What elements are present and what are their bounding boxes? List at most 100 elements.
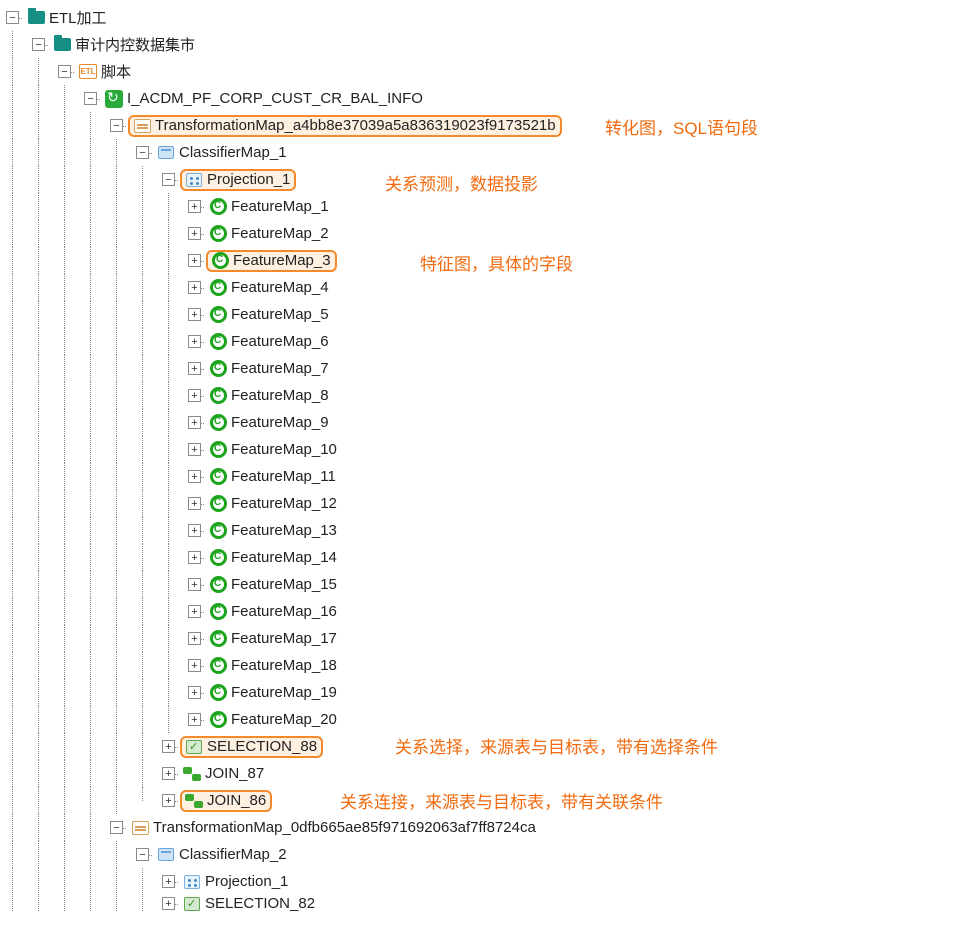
refresh-icon [104,90,124,108]
toggle-icon[interactable]: − [162,173,175,186]
toggle-icon[interactable]: + [188,227,201,240]
feature-icon [208,333,228,351]
node-label: ClassifierMap_2 [179,846,287,863]
toggle-icon[interactable]: + [188,200,201,213]
tree-node-script[interactable]: − ETL 脚本 [0,58,980,85]
toggle-icon[interactable]: + [188,416,201,429]
toggle-icon[interactable]: + [162,875,175,888]
node-label: FeatureMap_3 [233,252,331,269]
toggle-icon[interactable]: − [6,11,19,24]
tree-node-join-87[interactable]: + JOIN_87 [0,760,980,787]
tree-node-job[interactable]: − I_ACDM_PF_CORP_CUST_CR_BAL_INFO [0,85,980,112]
toggle-icon[interactable]: + [188,470,201,483]
toggle-icon[interactable]: + [188,254,201,267]
tree-node-feature[interactable]: +FeatureMap_18 [0,652,980,679]
tree-node-feature[interactable]: +FeatureMap_7 [0,355,980,382]
tree-node-feature[interactable]: + FeatureMap_17 [0,625,980,652]
feature-icon [208,630,228,648]
toggle-icon[interactable]: + [188,389,201,402]
toggle-icon[interactable]: + [188,659,201,672]
node-label: SELECTION_82 [205,895,315,912]
toggle-icon[interactable]: + [162,767,175,780]
map-icon [130,819,150,837]
feature-icon [208,360,228,378]
tree-node-transformation-2[interactable]: − TransformationMap_0dfb665ae85f97169206… [0,814,980,841]
feature-icon [208,414,228,432]
toggle-icon[interactable]: + [188,632,201,645]
feature-icon [208,441,228,459]
toggle-icon[interactable]: − [58,65,71,78]
tree-node-feature[interactable]: +FeatureMap_9 [0,409,980,436]
tree-node-feature[interactable]: + FeatureMap_12 [0,490,980,517]
tree-node-feature[interactable]: +FeatureMap_20 [0,706,980,733]
tree-node-projection-2[interactable]: + Projection_1 [0,868,980,895]
node-label: FeatureMap_13 [231,522,337,539]
node-label: FeatureMap_6 [231,333,329,350]
toggle-icon[interactable]: + [188,551,201,564]
selection-icon [182,895,202,912]
tree-node-datamart[interactable]: − 审计内控数据集市 [0,31,980,58]
tree-node-feature[interactable]: + FeatureMap_13 [0,517,980,544]
tree-node-transformation-1[interactable]: − TransformationMap_a4bb8e37039a5a836319… [0,112,980,139]
feature-icon [208,522,228,540]
toggle-icon[interactable]: − [110,821,123,834]
etl-script-icon: ETL [78,63,98,81]
highlight-box: FeatureMap_3 [206,250,337,272]
feature-icon [208,711,228,729]
tree-node-feature[interactable]: + FeatureMap_4 [0,274,980,301]
feature-icon [208,279,228,297]
node-label: FeatureMap_19 [231,684,337,701]
toggle-icon[interactable]: + [188,335,201,348]
toggle-icon[interactable]: + [188,308,201,321]
toggle-icon[interactable]: + [188,605,201,618]
tree-node-classifier-2[interactable]: − ClassifierMap_2 [0,841,980,868]
projection-icon [184,171,204,189]
node-label: ETL加工 [49,7,107,28]
tree-node-feature[interactable]: +FeatureMap_15 [0,571,980,598]
tree-node-selection-82[interactable]: + SELECTION_82 [0,895,980,912]
node-label: FeatureMap_12 [231,495,337,512]
tree-node-feature[interactable]: +FeatureMap_10 [0,436,980,463]
tree-node-feature[interactable]: +FeatureMap_2 [0,220,980,247]
node-label: FeatureMap_8 [231,387,329,404]
toggle-icon[interactable]: − [110,119,123,132]
tree-node-feature[interactable]: + FeatureMap_8 [0,382,980,409]
toggle-icon[interactable]: + [162,794,175,807]
tree-node-feature[interactable]: + FeatureMap_19 [0,679,980,706]
node-label: FeatureMap_16 [231,603,337,620]
tree-node-classifier-1[interactable]: − ClassifierMap_1 [0,139,980,166]
toggle-icon[interactable]: + [162,897,175,910]
toggle-icon[interactable]: − [136,848,149,861]
toggle-icon[interactable]: + [188,497,201,510]
folder-icon [52,36,72,54]
tree-node-root[interactable]: − ETL加工 [0,4,980,31]
node-label: FeatureMap_4 [231,279,329,296]
toggle-icon[interactable]: − [136,146,149,159]
highlight-box: Projection_1 [180,169,296,191]
tree-node-feature[interactable]: +FeatureMap_14 [0,544,980,571]
toggle-icon[interactable]: + [188,281,201,294]
node-label: I_ACDM_PF_CORP_CUST_CR_BAL_INFO [127,90,423,107]
node-label: FeatureMap_17 [231,630,337,647]
feature-icon [208,684,228,702]
feature-icon [210,252,230,270]
tree-node-feature[interactable]: +FeatureMap_11 [0,463,980,490]
tree-node-feature[interactable]: + FeatureMap_16 [0,598,980,625]
folder-icon [26,9,46,27]
node-label: TransformationMap_a4bb8e37039a5a83631902… [155,117,556,134]
tree-node-feature[interactable]: +FeatureMap_1 [0,193,980,220]
toggle-icon[interactable]: + [188,362,201,375]
toggle-icon[interactable]: + [188,578,201,591]
toggle-icon[interactable]: + [162,740,175,753]
toggle-icon[interactable]: + [188,524,201,537]
tree-node-feature[interactable]: +FeatureMap_5 [0,301,980,328]
toggle-icon[interactable]: − [84,92,97,105]
join-icon [182,765,202,783]
tree-node-feature[interactable]: + FeatureMap_6 [0,328,980,355]
toggle-icon[interactable]: − [32,38,45,51]
toggle-icon[interactable]: + [188,686,201,699]
toggle-icon[interactable]: + [188,443,201,456]
join-icon [184,792,204,810]
feature-icon [208,198,228,216]
toggle-icon[interactable]: + [188,713,201,726]
